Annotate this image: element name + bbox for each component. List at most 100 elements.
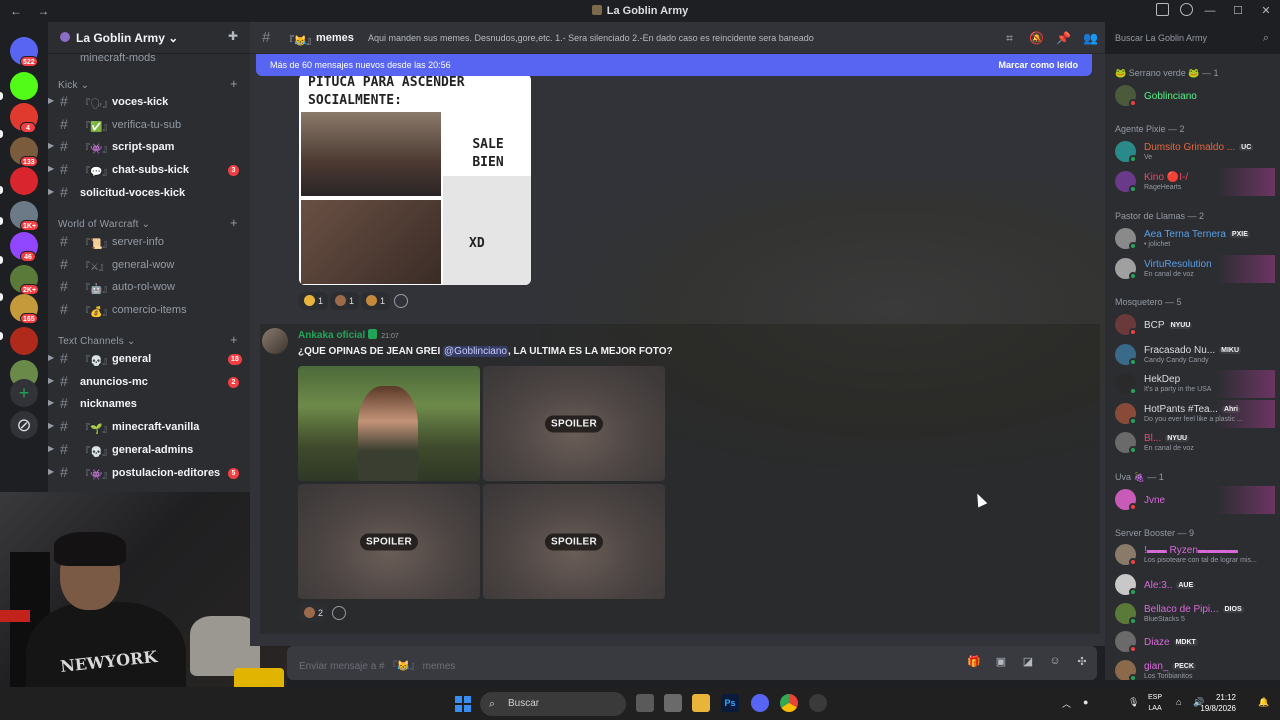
channel-item-server-info[interactable]: # 『📜』 server-info — [48, 232, 250, 252]
member-item[interactable]: BCP NYUU — [1105, 311, 1280, 339]
channel-item-comercio-items[interactable]: # 『💰』 comercio-items — [48, 300, 250, 320]
close-button[interactable]: ✕ — [1252, 0, 1280, 22]
chrome-icon[interactable] — [780, 694, 798, 712]
gift-icon[interactable]: 🎁 — [967, 655, 981, 669]
app-icon[interactable] — [809, 694, 827, 712]
members-icon[interactable]: 👥 — [1083, 31, 1098, 46]
reaction-button[interactable]: 2 — [299, 604, 329, 622]
member-item[interactable]: Ale:3.. AUE — [1105, 571, 1280, 599]
pin-icon[interactable]: 📌 — [1056, 31, 1071, 46]
member-item[interactable]: VirtuResolution En canal de voz — [1105, 255, 1280, 283]
channel-item-auto-rol-wow[interactable]: # 『🤖』 auto-rol-wow — [48, 277, 250, 297]
task-view-icon[interactable] — [636, 694, 654, 712]
channel-item-verifica-tu-sub[interactable]: # 『✅』 verifica-tu-sub — [48, 115, 250, 135]
photoshop-icon[interactable]: Ps — [721, 694, 739, 712]
channel-item-script-spam[interactable]: ▶ # 『👾』 script-spam — [48, 137, 250, 157]
member-item[interactable]: gian_ PECK Los Toribianitos — [1105, 657, 1280, 680]
channel-item-anuncios-mc[interactable]: ▶ # anuncios-mc 2 — [48, 372, 250, 392]
member-item[interactable]: Goblinciano — [1105, 82, 1280, 110]
meme-image[interactable]: PITUCA PARA ASCENDER SOCIALMENTE: SALE B… — [299, 74, 531, 285]
maximize-button[interactable]: ☐ — [1224, 0, 1252, 22]
server-icon[interactable] — [10, 167, 38, 195]
start-icon[interactable] — [455, 696, 471, 712]
user-mention[interactable]: @Goblinciano — [443, 346, 508, 357]
member-item[interactable]: !▬▬ Ryzen▬▬▬▬ Los pisoteare con tal de lo… — [1105, 541, 1280, 569]
member-tag: MDKT — [1173, 639, 1198, 646]
attachment-photo[interactable] — [298, 366, 480, 481]
member-item[interactable]: Fracasado Nu... MIKU Candy Candy Candy — [1105, 341, 1280, 369]
add-member-icon[interactable]: ✚ — [228, 29, 241, 43]
reaction-button[interactable]: 1 — [361, 292, 391, 310]
help-icon[interactable] — [1180, 3, 1193, 16]
mark-read-button[interactable]: Marcar como leído — [998, 60, 1078, 70]
add-channel-icon[interactable]: + — [230, 215, 238, 230]
taskbar-search[interactable]: ⌕ Buscar — [480, 692, 626, 716]
microphone-icon[interactable]: 🎙 — [1128, 697, 1139, 708]
member-item[interactable]: HekDep It's a party in the USA — [1105, 370, 1280, 398]
explore-icon[interactable]: ⊘ — [10, 411, 38, 439]
add-channel-icon[interactable]: + — [230, 332, 238, 347]
server-icon[interactable] — [10, 72, 38, 100]
language-indicator[interactable]: ESP LAA — [1148, 692, 1162, 714]
add-server-button[interactable]: + — [10, 379, 38, 407]
emoji-icon[interactable]: ☺ — [1048, 655, 1062, 669]
channel-item-general-admins[interactable]: ▶ # 『💀』 general-admins — [48, 440, 250, 460]
member-item[interactable]: Aea Terna Ternera PXIE • jolichet — [1105, 225, 1280, 253]
window-title: La Goblin Army — [0, 5, 1280, 17]
channel-item-partial[interactable]: minecraft-mods — [48, 48, 250, 68]
member-item[interactable]: HotPants #Tea... Ahri Do you ever feel lik… — [1105, 400, 1280, 428]
network-icon[interactable]: ⌂ — [1176, 697, 1181, 707]
tray-chevron-icon[interactable]: ︿ — [1062, 697, 1071, 710]
sticker-icon[interactable]: ◪ — [1021, 655, 1035, 669]
apps-icon[interactable]: ✣ — [1075, 655, 1089, 669]
file-explorer-icon[interactable] — [692, 694, 710, 712]
channel-item-solicitud-voces-kick[interactable]: ▶ # solicitud-voces-kick — [48, 183, 250, 203]
threads-icon[interactable]: ⌗ — [1002, 31, 1017, 46]
add-channel-icon[interactable]: + — [230, 76, 238, 91]
spoiler-attachment[interactable]: SPOILER — [298, 484, 480, 599]
add-reaction-icon[interactable] — [332, 606, 346, 620]
message-composer[interactable]: Enviar mensaje a # 『😹』 memes 🎁 ▣ ◪ ☺ ✣ — [287, 646, 1097, 680]
taskbar-clock[interactable]: 21:12 19/8/2026 — [1200, 692, 1236, 714]
message-author[interactable]: Ankaka oficial 21:07 — [298, 329, 399, 341]
channel-item-nicknames[interactable]: ▶ # nicknames — [48, 394, 250, 414]
channel-item-minecraft-vanilla[interactable]: ▶ # 『🌱』 minecraft-vanilla — [48, 417, 250, 437]
channel-name: verifica-tu-sub — [112, 118, 182, 131]
new-messages-bar[interactable]: Más de 60 mensajes nuevos desde las 20:5… — [256, 54, 1092, 76]
channel-sidebar: La Goblin Army ⌄ ✚ minecraft-mods Kick ⌄… — [48, 22, 250, 492]
channel-item-general-wow[interactable]: # 『⚔』 general-wow — [48, 255, 250, 275]
server-icon[interactable] — [10, 327, 38, 355]
spoiler-attachment[interactable]: SPOILER — [483, 484, 665, 599]
discord-taskbar-icon[interactable] — [751, 694, 769, 712]
reaction-button[interactable]: 1 — [330, 292, 360, 310]
avatar[interactable] — [262, 328, 288, 354]
status-icon — [1129, 674, 1137, 680]
channel-item-postulacion-editores[interactable]: ▶ # 『👾』 postulacion-editores 5 — [48, 463, 250, 483]
notifications-icon[interactable]: 🔔 — [1258, 697, 1269, 708]
channel-topic[interactable]: Aqui manden sus memes. Desnudos,gore,etc… — [368, 33, 814, 43]
inbox-icon[interactable] — [1156, 3, 1169, 16]
channel-item-general[interactable]: ▶ # 『💀』 general 18 — [48, 349, 250, 369]
member-item[interactable]: Diaze MDKT — [1105, 628, 1280, 656]
member-item[interactable]: Kino 🔴I-/RageHearts — [1105, 168, 1280, 196]
hash-icon: # — [60, 440, 68, 457]
notifications-icon[interactable]: 🔕 — [1029, 31, 1044, 46]
spoiler-attachment[interactable]: SPOILER — [483, 366, 665, 481]
category-wow[interactable]: World of Warcraft ⌄ — [58, 219, 150, 230]
channel-item-voces-kick[interactable]: ▶ # 『🗣』 voces-kick — [48, 92, 250, 112]
search-input[interactable]: Buscar La Goblin Army ⌕ — [1110, 28, 1274, 48]
member-item[interactable]: Bl... NYUU En canal de voz — [1105, 429, 1280, 457]
member-item[interactable]: Jvne — [1105, 486, 1280, 514]
category-text[interactable]: Text Channels ⌄ — [58, 336, 136, 347]
channel-item-chat-subs-kick[interactable]: ▶ # 『💬』 chat-subs-kick 3 — [48, 160, 250, 180]
reaction-button[interactable]: 1 — [299, 292, 329, 310]
member-item[interactable]: Bellaco de Pipi... DIOS BlueStacks 5 — [1105, 600, 1280, 628]
tray-app-icon[interactable]: ● — [1083, 697, 1088, 707]
gif-icon[interactable]: ▣ — [994, 655, 1008, 669]
app-icon[interactable] — [664, 694, 682, 712]
member-item[interactable]: Dumsito Grimaldo ... UC Ve — [1105, 138, 1280, 166]
category-kick[interactable]: Kick ⌄ — [58, 80, 89, 91]
minimize-button[interactable]: — — [1196, 0, 1224, 22]
add-reaction-icon[interactable] — [394, 294, 408, 308]
hash-icon: # — [60, 255, 68, 272]
